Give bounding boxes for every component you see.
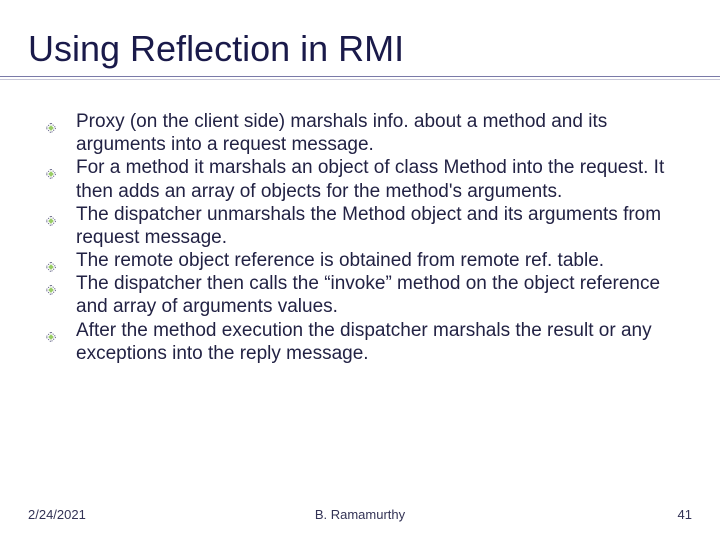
bullet-text: The dispatcher unmarshals the Method obj… [76,204,661,248]
bullet-list: Proxy (on the client side) marshals info… [28,110,692,365]
bullet-text: Proxy (on the client side) marshals info… [76,111,607,155]
title-underline [0,76,720,78]
list-item: For a method it marshals an object of cl… [72,156,692,202]
diamond-dotted-icon [46,278,56,288]
diamond-dotted-icon [46,209,56,219]
page-title: Using Reflection in RMI [28,28,692,70]
footer-author: B. Ramamurthy [28,507,692,522]
list-item: After the method execution the dispatche… [72,319,692,365]
bullet-text: The remote object reference is obtained … [76,250,604,271]
bullet-text: The dispatcher then calls the “invoke” m… [76,273,660,317]
slide: Using Reflection in RMI Proxy (on the cl… [0,0,720,540]
diamond-dotted-icon [46,255,56,265]
list-item: The dispatcher unmarshals the Method obj… [72,203,692,249]
bullet-text: For a method it marshals an object of cl… [76,157,664,201]
list-item: The dispatcher then calls the “invoke” m… [72,272,692,318]
footer: 2/24/2021 B. Ramamurthy 41 [28,507,692,522]
footer-date: 2/24/2021 [28,507,86,522]
diamond-dotted-icon [46,116,56,126]
list-item: Proxy (on the client side) marshals info… [72,110,692,156]
footer-page-number: 41 [678,507,692,522]
bullet-text: After the method execution the dispatche… [76,320,652,364]
list-item: The remote object reference is obtained … [72,249,692,272]
diamond-dotted-icon [46,325,56,335]
diamond-dotted-icon [46,162,56,172]
